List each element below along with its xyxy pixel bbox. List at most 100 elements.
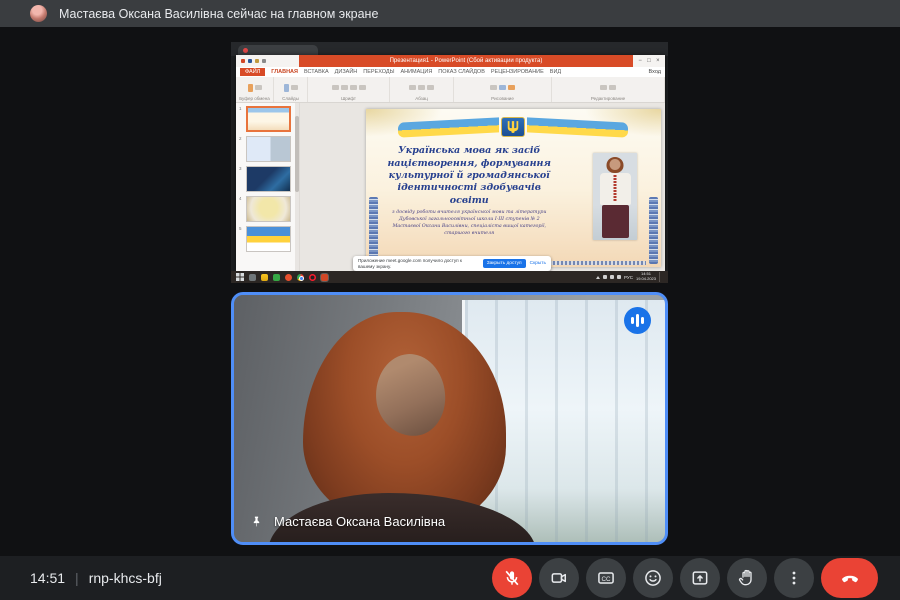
more-options-button[interactable] (774, 558, 814, 598)
camera-icon (551, 573, 566, 583)
captions-button[interactable]: CC (586, 558, 626, 598)
call-controls: CC (492, 558, 878, 598)
teacher-photo (593, 153, 638, 241)
font-size-icon[interactable] (340, 85, 348, 90)
show-desktop-button[interactable] (659, 272, 663, 282)
maximize-button[interactable]: □ (647, 58, 651, 64)
font-name-icon[interactable] (331, 85, 339, 90)
thumbnails-scrollbar[interactable] (295, 103, 299, 271)
quick-access-toolbar[interactable] (236, 55, 299, 67)
slide-editor: Українська мова як засіб націєтворення, … (300, 103, 665, 271)
mic-off-button[interactable] (492, 558, 532, 598)
slide-thumbnail-5[interactable]: 5 (239, 226, 294, 252)
task-view-icon[interactable] (249, 273, 256, 281)
thumbnail-image-1[interactable] (246, 106, 291, 132)
close-button[interactable]: × (656, 58, 660, 64)
presenting-text: Мастаєва Оксана Василівна сейчас на глав… (59, 6, 379, 21)
photos-app-icon[interactable] (273, 273, 280, 281)
network-icon (609, 275, 614, 279)
end-call-button[interactable] (821, 558, 878, 598)
new-slide-icon[interactable] (283, 83, 289, 92)
slide-thumbnails-panel[interactable]: 1 2 3 4 5 (236, 103, 300, 271)
find-icon[interactable] (600, 85, 607, 90)
paste-icon[interactable] (247, 83, 253, 92)
file-explorer-icon[interactable] (261, 273, 268, 281)
raise-hand-button[interactable] (727, 558, 767, 598)
cut-icon[interactable] (254, 85, 262, 90)
camera-button[interactable] (539, 558, 579, 598)
chrome-icon[interactable] (297, 273, 304, 281)
arrange-icon[interactable] (499, 85, 506, 90)
tab-file[interactable]: ФАЙЛ (240, 68, 266, 76)
end-call-icon (841, 575, 858, 583)
emoji-icon (645, 570, 661, 586)
redo-icon[interactable] (262, 59, 266, 63)
presenting-banner: Мастаєва Оксана Василівна сейчас на глав… (0, 0, 900, 27)
tab-transitions[interactable]: ПЕРЕХОДЫ (363, 69, 394, 75)
columns-icon[interactable] (427, 85, 434, 90)
slide-thumbnail-2[interactable]: 2 (239, 136, 294, 162)
slide-thumbnail-1[interactable]: 1 (239, 106, 294, 132)
minimize-button[interactable]: − (638, 58, 642, 64)
save-icon[interactable] (248, 59, 252, 63)
window-controls[interactable]: − □ × (633, 55, 665, 67)
start-button-icon[interactable] (236, 273, 244, 281)
slide-thumbnail-4[interactable]: 4 (239, 196, 294, 222)
present-screen-button[interactable] (680, 558, 720, 598)
battery-icon (602, 275, 607, 279)
tray-caret-icon[interactable] (595, 275, 600, 279)
meeting-meta: 14:51 | rnp-khcs-bfj (30, 556, 162, 600)
tab-view[interactable]: ВИД (550, 69, 561, 75)
tab-review[interactable]: РЕЦЕНЗИРОВАНИЕ (491, 69, 544, 75)
tab-home[interactable]: ГЛАВНАЯ (271, 69, 298, 75)
ribbon: Буфер обмена Слайды Шрифт Абзац Рисовани… (236, 77, 665, 103)
thumbnail-image-4[interactable] (246, 196, 291, 222)
ribbon-group-clipboard: Буфер обмена (236, 77, 274, 102)
meet-bottom-bar: 14:51 | rnp-khcs-bfj CC (0, 556, 900, 600)
audio-indicator-icon (624, 307, 651, 334)
tab-slideshow[interactable]: ПОКАЗ СЛАЙДОВ (438, 69, 485, 75)
tab-animations[interactable]: АНИМАЦИЯ (400, 69, 432, 75)
slide-subtitle: з досвіду роботи вчителя української мов… (392, 209, 547, 237)
svg-text:CC: CC (601, 576, 611, 583)
align-icon[interactable] (418, 85, 425, 90)
ribbon-group-editing: Редактирование (552, 77, 665, 102)
slide-thumbnail-3[interactable]: 3 (239, 166, 294, 192)
browser-app-icon[interactable] (285, 273, 292, 281)
thumbnail-image-5[interactable] (246, 226, 291, 252)
powerpoint-taskbar-icon[interactable] (321, 273, 328, 281)
clock: 14:51 (30, 570, 66, 586)
shared-screen-tile[interactable]: Презентация1 - PowerPoint (Сбой активаци… (231, 42, 668, 283)
undo-icon[interactable] (255, 59, 259, 63)
quick-styles-icon[interactable] (508, 85, 515, 90)
bullets-icon[interactable] (409, 85, 416, 90)
windows-taskbar[interactable]: РУС 14:51 19.04.2023 (231, 271, 668, 283)
language-indicator[interactable]: РУС (624, 275, 633, 280)
shapes-icon[interactable] (490, 85, 497, 90)
thumbnail-image-3[interactable] (246, 166, 291, 192)
italic-icon[interactable] (358, 85, 366, 90)
tab-design[interactable]: ДИЗАЙН (335, 69, 358, 75)
captions-icon: CC (598, 572, 614, 584)
powerpoint-window: Презентация1 - PowerPoint (Сбой активаци… (236, 55, 665, 271)
tab-insert[interactable]: ВСТАВКА (304, 69, 329, 75)
layout-icon[interactable] (290, 85, 298, 90)
bold-icon[interactable] (349, 85, 357, 90)
ribbon-tab-bar: ФАЙЛ ГЛАВНАЯ ВСТАВКА ДИЗАЙН ПЕРЕХОДЫ АНИ… (236, 67, 665, 77)
pin-icon (253, 516, 260, 527)
ribbon-group-paragraph: Абзац (390, 77, 454, 102)
video-tile-pinned[interactable]: Мастаєва Оксана Василівна (231, 292, 668, 545)
volume-icon (616, 275, 621, 279)
participant-name: Мастаєва Оксана Василівна (274, 514, 446, 529)
folk-ornament-right (649, 197, 658, 264)
sign-in-link[interactable]: Вход (649, 69, 661, 75)
opera-icon[interactable] (309, 273, 316, 281)
thumbnail-image-2[interactable] (246, 136, 291, 162)
stop-sharing-button[interactable]: Закрыть доступ (482, 259, 526, 268)
taskbar-clock[interactable]: 14:51 19.04.2023 (636, 271, 656, 282)
system-tray[interactable]: РУС 14:51 19.04.2023 (595, 271, 663, 282)
replace-icon[interactable] (609, 85, 616, 90)
recording-dot-icon (243, 48, 248, 53)
hide-notification-link[interactable]: Скрыть (530, 261, 546, 266)
emoji-reactions-button[interactable] (633, 558, 673, 598)
